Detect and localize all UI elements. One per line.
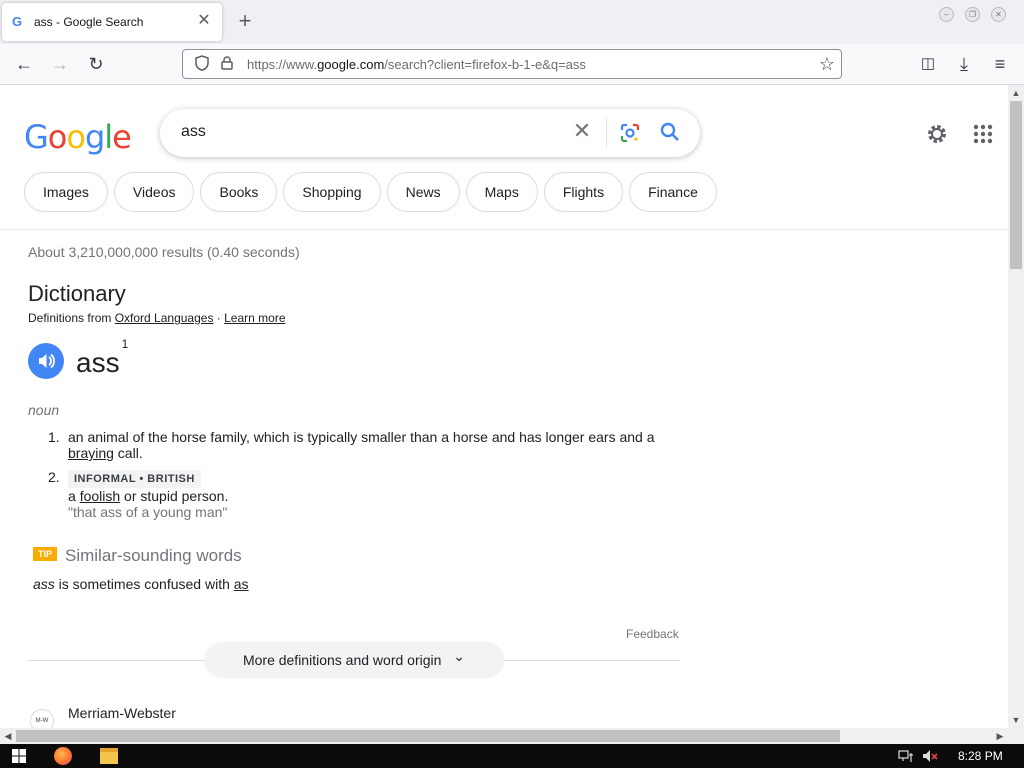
part-of-speech: noun [28, 402, 60, 418]
vertical-scroll-thumb[interactable] [1010, 101, 1022, 269]
more-definitions-button[interactable]: More definitions and word origin ⌄ [204, 642, 504, 678]
chip-news[interactable]: News [386, 172, 460, 212]
learn-more-link[interactable]: Learn more [224, 311, 285, 325]
similar-sounding-title: Similar-sounding words [65, 546, 242, 565]
address-bar[interactable]: https://www.google.com/search?client=fir… [182, 49, 842, 79]
chip-shopping[interactable]: Shopping [283, 172, 381, 212]
reload-button[interactable]: ↻ [83, 52, 109, 78]
clear-search-icon[interactable]: ✕ [570, 120, 594, 144]
register-label: INFORMAL • BRITISH [68, 470, 201, 488]
vertical-scrollbar[interactable]: ▲ ▼ [1008, 85, 1024, 728]
network-icon[interactable] [898, 749, 914, 763]
tracking-protection-icon[interactable] [189, 54, 215, 74]
navigation-toolbar: ← → ↻ https://www.google.com/search?clie… [0, 44, 1024, 85]
scroll-down-arrow-icon[interactable]: ▼ [1008, 712, 1024, 728]
braying-link[interactable]: braying [68, 445, 114, 461]
scroll-left-arrow-icon[interactable]: ◀ [0, 728, 16, 744]
horizontal-scrollbar[interactable]: ◀ ▶ [0, 728, 1008, 744]
dictionary-source: Definitions from Oxford Languages · Lear… [28, 311, 286, 325]
back-button[interactable]: ← [11, 52, 37, 78]
chip-finance[interactable]: Finance [629, 172, 717, 212]
foolish-link[interactable]: foolish [80, 488, 120, 504]
chip-maps[interactable]: Maps [465, 172, 538, 212]
pronunciation-speaker-icon[interactable] [28, 343, 64, 379]
page-content: Google ass ✕ Images Videos Books Shoppin… [0, 85, 1008, 728]
usage-example: "that ass of a young man" [68, 504, 228, 520]
definition-list: 1. an animal of the horse family, which … [48, 429, 688, 528]
google-logo[interactable]: Google [24, 118, 132, 156]
taskbar-clock[interactable]: 8:28 PM [958, 749, 1003, 763]
restore-button[interactable]: ❐ [965, 7, 980, 22]
chip-images[interactable]: Images [24, 172, 108, 212]
downloads-icon[interactable]: ⤓ [951, 52, 977, 78]
volume-muted-icon[interactable] [922, 749, 938, 763]
search-box[interactable]: ass ✕ [160, 109, 700, 157]
search-icon[interactable] [659, 121, 681, 143]
tip-icon: TIP [33, 547, 57, 561]
merriam-webster-logo[interactable]: M-W [30, 709, 54, 728]
dictionary-title: Dictionary [28, 281, 126, 306]
scrollbar-corner [1008, 728, 1024, 744]
google-lens-icon[interactable] [619, 122, 641, 144]
dictionary-word: ass1 [76, 336, 129, 378]
tab-close-icon[interactable]: ✕ [196, 13, 212, 30]
definition-item: 1. an animal of the horse family, which … [48, 429, 655, 461]
forward-button[interactable]: → [47, 52, 73, 78]
chip-flights[interactable]: Flights [543, 172, 624, 212]
definition-item: 2. INFORMAL • BRITISH a foolish or stupi… [48, 469, 229, 520]
firefox-taskbar-icon[interactable] [54, 747, 72, 765]
search-filter-chips: Images Videos Books Shopping News Maps F… [24, 172, 723, 212]
scroll-up-arrow-icon[interactable]: ▲ [1008, 85, 1024, 101]
lock-icon[interactable] [215, 55, 239, 73]
bookmark-star-icon[interactable]: ☆ [813, 54, 841, 75]
result-site-name[interactable]: Merriam-Webster [68, 705, 176, 721]
settings-gear-icon[interactable] [925, 122, 949, 146]
similar-sounding-text: ass is sometimes confused with as [33, 576, 249, 592]
search-input[interactable]: ass [181, 123, 206, 141]
file-explorer-taskbar-icon[interactable] [100, 748, 118, 764]
window-close-button[interactable]: ✕ [991, 7, 1006, 22]
chip-books[interactable]: Books [200, 172, 278, 212]
chip-videos[interactable]: Videos [113, 172, 195, 212]
chevron-down-icon: ⌄ [453, 648, 466, 664]
horizontal-scroll-thumb[interactable] [16, 730, 840, 742]
tab-title: ass - Google Search [34, 15, 144, 29]
header-divider [0, 229, 1008, 230]
result-stats: About 3,210,000,000 results (0.40 second… [28, 244, 300, 260]
search-divider [606, 119, 607, 147]
word-superscript: 1 [121, 336, 129, 351]
google-apps-icon[interactable] [972, 123, 994, 145]
as-link[interactable]: as [234, 576, 249, 592]
scroll-right-arrow-icon[interactable]: ▶ [992, 728, 1008, 744]
windows-taskbar: 8:28 PM [0, 744, 1024, 768]
tab-bar: G ass - Google Search ✕ + – ❐ ✕ [0, 0, 1024, 44]
browser-tab[interactable]: G ass - Google Search ✕ [2, 3, 222, 41]
feedback-link[interactable]: Feedback [626, 627, 679, 641]
oxford-languages-link[interactable]: Oxford Languages [115, 311, 214, 325]
menu-icon[interactable]: ≡ [987, 52, 1013, 78]
new-tab-button[interactable]: + [234, 10, 256, 33]
pocket-icon[interactable]: ◫ [915, 52, 941, 78]
minimize-button[interactable]: – [939, 7, 954, 22]
url-text[interactable]: https://www.google.com/search?client=fir… [247, 57, 813, 72]
windows-start-icon[interactable] [12, 749, 26, 763]
google-favicon-icon: G [12, 14, 23, 29]
